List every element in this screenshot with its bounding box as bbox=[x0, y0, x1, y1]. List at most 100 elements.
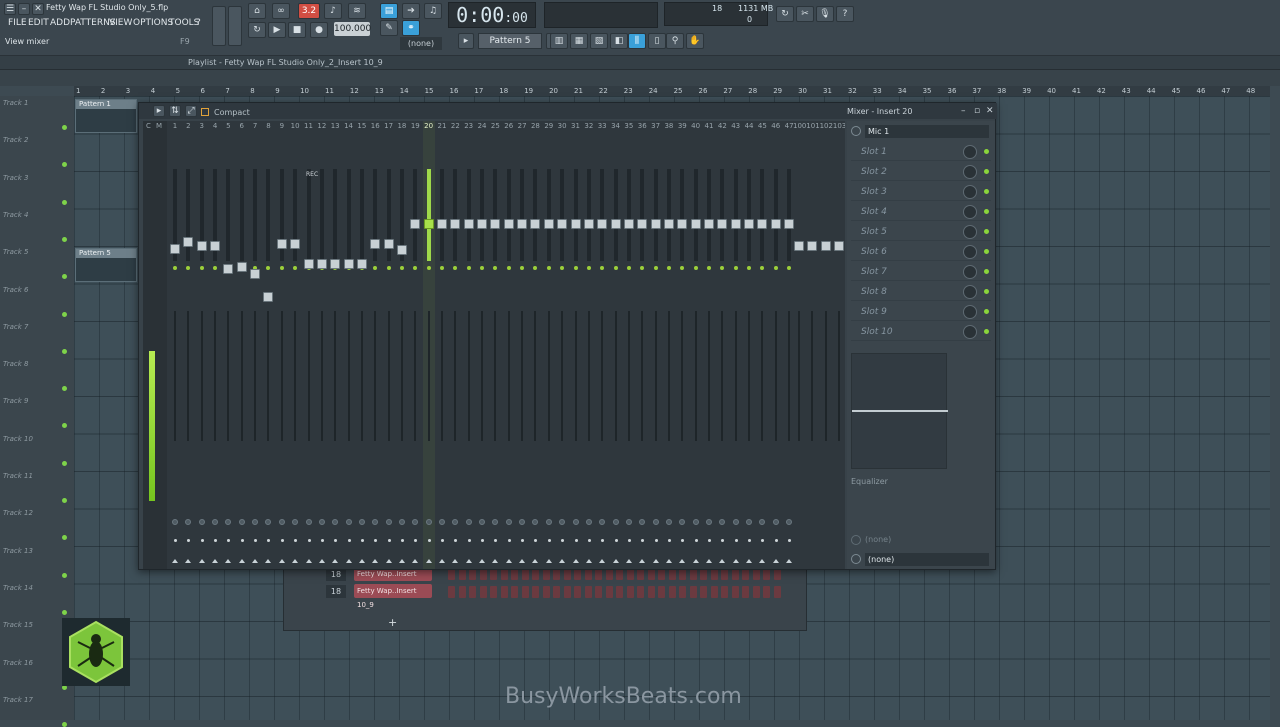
step-button[interactable] bbox=[458, 586, 466, 598]
volume-fader[interactable] bbox=[610, 219, 621, 229]
refresh-icon[interactable]: ↻ bbox=[776, 6, 794, 22]
pan-knob[interactable] bbox=[332, 519, 339, 525]
mixer-insert-12[interactable]: 12 bbox=[316, 121, 328, 569]
mixer-insert-11[interactable]: 11 bbox=[303, 121, 315, 569]
pan-knob[interactable] bbox=[599, 519, 606, 525]
volume-fader[interactable] bbox=[663, 219, 674, 229]
send-arrow[interactable] bbox=[519, 559, 526, 563]
step-button[interactable] bbox=[710, 586, 718, 598]
track-mute-led[interactable] bbox=[62, 498, 67, 503]
track-mute-led[interactable] bbox=[62, 125, 67, 130]
send-arrow[interactable] bbox=[772, 559, 779, 563]
enable-led[interactable] bbox=[693, 266, 698, 270]
route-dot[interactable] bbox=[748, 539, 752, 542]
track-mute-led[interactable] bbox=[62, 609, 67, 615]
track-mute-led[interactable] bbox=[62, 572, 67, 578]
route-dot[interactable] bbox=[721, 539, 725, 542]
slot-enable-led[interactable] bbox=[984, 289, 989, 294]
step-button[interactable] bbox=[595, 586, 602, 598]
pitch-knob[interactable] bbox=[228, 6, 242, 46]
mixer-insert-45[interactable]: 45 bbox=[756, 121, 768, 569]
pan-knob[interactable] bbox=[545, 519, 552, 525]
play-button[interactable]: ▶ bbox=[268, 22, 286, 38]
volume-fader[interactable] bbox=[690, 219, 701, 229]
mixer-insert-15[interactable]: 15 bbox=[356, 121, 368, 569]
send-arrow[interactable] bbox=[652, 559, 659, 563]
step-button[interactable] bbox=[773, 586, 781, 598]
mixer-insert-8[interactable]: 8 bbox=[262, 121, 274, 569]
step-button[interactable] bbox=[563, 586, 571, 598]
record-button[interactable]: ● bbox=[310, 22, 328, 38]
mixer-insert-14[interactable]: 14 bbox=[343, 121, 355, 569]
mixer-insert-24[interactable]: 24 bbox=[476, 121, 488, 569]
mixer-insert-34[interactable]: 34 bbox=[610, 121, 622, 569]
wait-input-icon[interactable]: ≋ bbox=[348, 3, 366, 19]
mixer-insert-26[interactable]: 26 bbox=[503, 121, 515, 569]
enable-led[interactable] bbox=[626, 266, 631, 270]
mixer-insert-44[interactable]: 44 bbox=[743, 121, 755, 569]
send-arrow[interactable] bbox=[746, 559, 753, 563]
enable-led[interactable] bbox=[733, 266, 738, 270]
volume-fader[interactable] bbox=[330, 259, 341, 269]
send-arrow[interactable] bbox=[759, 559, 766, 563]
step-button[interactable] bbox=[479, 586, 487, 598]
pan-knob[interactable] bbox=[439, 519, 445, 525]
send-arrow[interactable] bbox=[612, 559, 619, 563]
track-label[interactable]: Track 9 bbox=[3, 397, 28, 405]
volume-fader[interactable] bbox=[517, 219, 528, 229]
mixer-insert-39[interactable]: 39 bbox=[676, 121, 688, 569]
menu-icon[interactable]: ☰ bbox=[4, 3, 16, 15]
mixer-insert-10[interactable]: 10 bbox=[289, 121, 301, 569]
step-button[interactable] bbox=[637, 586, 644, 598]
pan-knob[interactable] bbox=[665, 519, 672, 525]
enable-led[interactable] bbox=[386, 266, 391, 270]
enable-led[interactable] bbox=[613, 266, 618, 270]
slot-mix-knob[interactable] bbox=[963, 325, 977, 339]
send-arrow[interactable] bbox=[385, 559, 392, 563]
step-button[interactable] bbox=[668, 586, 676, 598]
mixer-insert-33[interactable]: 33 bbox=[596, 121, 608, 569]
slot-mix-knob[interactable] bbox=[963, 245, 977, 259]
route-dot[interactable] bbox=[360, 539, 364, 542]
mixer-insert-2[interactable]: 2 bbox=[182, 121, 194, 569]
mixer-insert-27[interactable]: 27 bbox=[516, 121, 528, 569]
slot-enable-led[interactable] bbox=[984, 309, 989, 314]
pan-knob[interactable] bbox=[265, 519, 272, 525]
mixer-insert-21[interactable]: 21 bbox=[436, 121, 448, 569]
mixer-insert-35[interactable]: 35 bbox=[623, 121, 635, 569]
pan-knob[interactable] bbox=[185, 519, 192, 525]
track-label[interactable]: Track 6 bbox=[3, 286, 28, 294]
volume-fader[interactable] bbox=[250, 269, 261, 279]
volume-fader[interactable] bbox=[290, 239, 301, 249]
mixer-insert-29[interactable]: 29 bbox=[543, 121, 555, 569]
pan-knob[interactable] bbox=[612, 519, 619, 525]
volume-fader[interactable] bbox=[807, 241, 818, 251]
route-dot[interactable] bbox=[547, 539, 551, 542]
slot-enable-led[interactable] bbox=[984, 249, 989, 254]
enable-led[interactable] bbox=[466, 266, 471, 270]
mixer-insert-20[interactable]: 20 bbox=[422, 121, 435, 569]
track-label[interactable]: Track 11 bbox=[3, 472, 33, 480]
volume-fader[interactable] bbox=[356, 259, 367, 269]
step-button[interactable] bbox=[469, 586, 476, 598]
route-dot[interactable] bbox=[761, 539, 765, 542]
pan-knob[interactable] bbox=[425, 519, 432, 525]
route-dot[interactable] bbox=[561, 539, 565, 542]
step-button[interactable] bbox=[689, 586, 697, 598]
send-arrow[interactable] bbox=[706, 559, 712, 563]
slot-enable-led[interactable] bbox=[984, 269, 989, 274]
volume-fader[interactable] bbox=[316, 259, 327, 269]
volume-fader[interactable] bbox=[623, 219, 634, 229]
route-dot[interactable] bbox=[387, 539, 391, 542]
route-dot[interactable] bbox=[414, 539, 418, 542]
pattern-selector[interactable]: Pattern 5 bbox=[478, 33, 542, 49]
pan-knob[interactable] bbox=[412, 519, 419, 525]
add-channel-icon[interactable]: + bbox=[388, 616, 397, 629]
menu-help[interactable]: ? bbox=[196, 18, 201, 28]
send-arrow[interactable] bbox=[425, 559, 432, 563]
send-arrow[interactable] bbox=[532, 559, 539, 563]
enable-led[interactable] bbox=[266, 266, 271, 270]
pan-knob[interactable] bbox=[452, 519, 459, 525]
effect-slot[interactable]: Slot 9 bbox=[851, 303, 991, 321]
mixer-insert-6[interactable]: 6 bbox=[236, 121, 248, 569]
